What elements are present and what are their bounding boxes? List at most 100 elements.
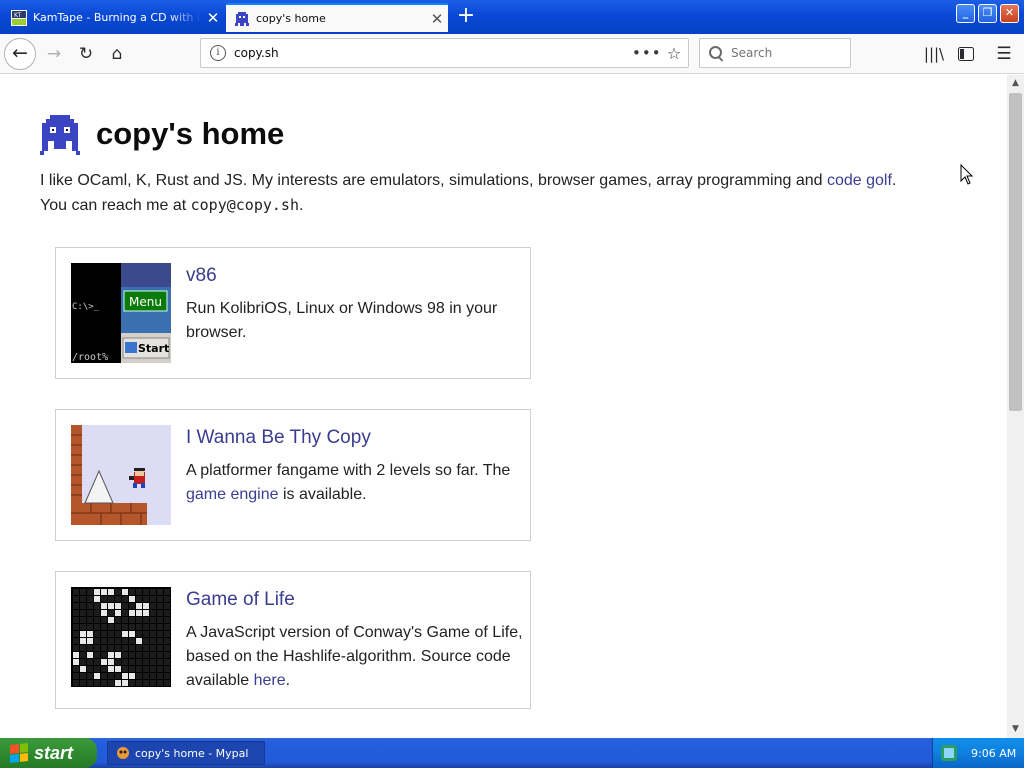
life-cell [164, 603, 170, 609]
life-cell [101, 659, 107, 665]
life-cell [115, 680, 121, 686]
life-cell [164, 659, 170, 665]
game-engine-link[interactable]: game engine [186, 486, 279, 503]
bookmark-star-icon[interactable]: ☆ [660, 44, 688, 63]
life-cell [87, 652, 93, 658]
taskbar-window-button[interactable]: copy's home - Mypal [107, 741, 265, 765]
life-cell [150, 624, 156, 630]
iwbtc-title-link[interactable]: I Wanna Be Thy Copy [186, 427, 371, 449]
life-cell [73, 638, 79, 644]
life-cell [150, 638, 156, 644]
life-cell [136, 603, 142, 609]
back-button[interactable]: ← [4, 38, 36, 70]
vertical-scrollbar[interactable]: ▲ ▼ [1007, 75, 1024, 738]
project-card-iwbtc: I Wanna Be Thy Copy A platformer fangame… [55, 409, 531, 541]
life-cell [101, 673, 107, 679]
new-tab-button[interactable]: + [452, 4, 480, 30]
life-cell [115, 638, 121, 644]
life-cell [80, 659, 86, 665]
network-tray-icon[interactable] [941, 745, 957, 761]
life-cell [101, 617, 107, 623]
life-cell [164, 638, 170, 644]
iwbtc-desc-end: is available. [278, 486, 367, 503]
site-info-icon[interactable]: i [210, 45, 226, 61]
life-cell [136, 624, 142, 630]
life-cell [143, 631, 149, 637]
life-cell [94, 673, 100, 679]
life-cell [122, 610, 128, 616]
life-cell [94, 638, 100, 644]
search-input[interactable]: Search [699, 38, 851, 68]
life-cell [143, 666, 149, 672]
sidebar-toggle-icon[interactable] [952, 40, 980, 68]
menu-hamburger-icon[interactable]: ☰ [990, 40, 1018, 68]
life-cell [101, 603, 107, 609]
game-of-life-title-link[interactable]: Game of Life [186, 589, 295, 611]
scroll-up-icon[interactable]: ▲ [1007, 75, 1024, 92]
tab-kamtape[interactable]: KT KamTape - Burning a CD with iTunes ✕ [3, 3, 224, 32]
life-cell [73, 631, 79, 637]
iwbtc-thumbnail[interactable] [71, 425, 171, 525]
life-cell [73, 659, 79, 665]
forward-button[interactable]: → [40, 40, 68, 68]
scroll-down-icon[interactable]: ▼ [1007, 721, 1024, 738]
life-cell [157, 603, 163, 609]
life-cell [101, 596, 107, 602]
life-cell [122, 603, 128, 609]
page-actions-icon[interactable]: ••• [632, 44, 661, 62]
url-text[interactable]: copy.sh [234, 46, 632, 60]
minimize-button[interactable]: _ [956, 4, 975, 23]
life-cell [101, 652, 107, 658]
page-title: copy's home [96, 116, 285, 151]
close-window-button[interactable]: ✕ [1000, 4, 1019, 23]
life-cell [94, 666, 100, 672]
life-cell [87, 673, 93, 679]
life-cell [87, 666, 93, 672]
life-cell [164, 631, 170, 637]
library-icon[interactable]: |||\ [920, 40, 948, 68]
life-cell [136, 631, 142, 637]
life-cell [108, 659, 114, 665]
tab-copy-home[interactable]: copy's home ✕ [226, 3, 448, 32]
life-cell [73, 673, 79, 679]
v86-title-link[interactable]: v86 [186, 265, 217, 287]
maximize-button[interactable]: ❐ [978, 4, 997, 23]
start-button[interactable]: start [0, 738, 97, 768]
game-of-life-thumbnail[interactable] [71, 587, 171, 687]
life-cell [115, 659, 121, 665]
tab-close-icon[interactable]: ✕ [202, 9, 224, 27]
life-cell [164, 589, 170, 595]
address-bar[interactable]: i copy.sh ••• ☆ [200, 38, 689, 68]
code-golf-link[interactable]: code golf [827, 172, 892, 189]
life-cell [164, 617, 170, 623]
page-header: copy's home [40, 113, 284, 155]
life-cell [101, 666, 107, 672]
life-cell [101, 589, 107, 595]
clock: 9:06 AM [971, 746, 1017, 760]
life-cell [115, 666, 121, 672]
life-cell [115, 617, 121, 623]
mouse-cursor-icon [960, 164, 974, 185]
tab-close-icon[interactable]: ✕ [426, 10, 448, 28]
life-cell [150, 652, 156, 658]
home-button[interactable]: ⌂ [103, 40, 131, 68]
reload-button[interactable]: ↻ [72, 40, 100, 68]
life-cell [87, 659, 93, 665]
life-cell [87, 603, 93, 609]
v86-thumbnail[interactable]: Menu Start C:\>_ /root% [71, 263, 171, 363]
life-cell [73, 666, 79, 672]
life-cell [101, 680, 107, 686]
life-cell [150, 680, 156, 686]
gol-desc-end: . [285, 672, 291, 689]
start-label: start [34, 742, 74, 763]
scrollbar-thumb[interactable] [1009, 93, 1022, 411]
life-cell [143, 659, 149, 665]
life-cell [129, 659, 135, 665]
life-cell [101, 610, 107, 616]
life-cell [143, 638, 149, 644]
source-code-link[interactable]: here [254, 672, 286, 689]
life-cell [108, 610, 114, 616]
life-cell [94, 652, 100, 658]
life-cell [164, 666, 170, 672]
windows-flag-icon [10, 743, 28, 763]
